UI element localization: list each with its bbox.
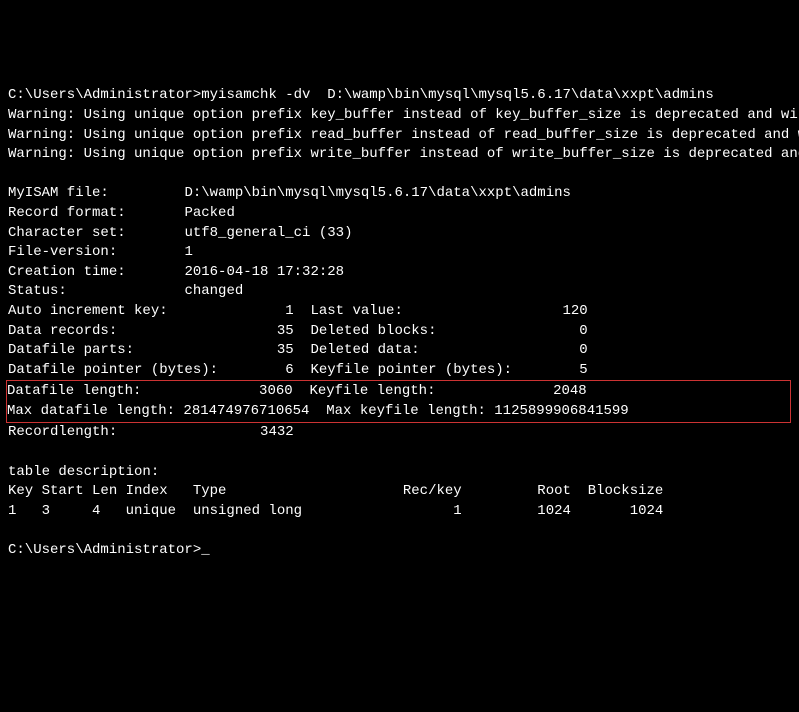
warning-read-buffer: Warning: Using unique option prefix read… (8, 127, 799, 143)
warning-key-buffer: Warning: Using unique option prefix key_… (8, 107, 799, 123)
status-value: changed (184, 283, 243, 299)
record-format-value: Packed (184, 205, 234, 221)
highlighted-datafile-length: Datafile length: 3060 Keyfile length: 20… (6, 380, 791, 423)
table-row: 1 3 4 unique unsigned long 1 1024 1024 (8, 503, 663, 519)
creation-time-value: 2016-04-18 17:32:28 (184, 264, 344, 280)
myisam-file-label: MyISAM file: (8, 185, 184, 201)
datafile-length-line: Datafile length: 3060 Keyfile length: 20… (7, 383, 587, 399)
charset-value: utf8_general_ci (33) (184, 225, 352, 241)
terminal-output: C:\Users\Administrator>myisamchk -dv D:\… (8, 86, 791, 560)
datafile-parts-line: Datafile parts: 35 Deleted data: 0 (8, 342, 588, 358)
prompt: C:\Users\Administrator> (8, 87, 201, 103)
charset-label: Character set: (8, 225, 184, 241)
file-version-value: 1 (184, 244, 192, 260)
datafile-pointer-line: Datafile pointer (bytes): 6 Keyfile poin… (8, 362, 588, 378)
file-version-label: File-version: (8, 244, 184, 260)
prompt: C:\Users\Administrator> (8, 542, 201, 558)
command-text: myisamchk -dv D:\wamp\bin\mysql\mysql5.6… (201, 87, 713, 103)
creation-time-label: Creation time: (8, 264, 184, 280)
auto-increment-line: Auto increment key: 1 Last value: 120 (8, 303, 588, 319)
data-records-line: Data records: 35 Deleted blocks: 0 (8, 323, 588, 339)
table-description-header: table description: (8, 464, 159, 480)
status-label: Status: (8, 283, 184, 299)
recordlength-line: Recordlength: 3432 (8, 424, 294, 440)
table-columns: Key Start Len Index Type Rec/key Root Bl… (8, 483, 663, 499)
max-datafile-line: Max datafile length: 281474976710654 Max… (7, 403, 629, 419)
record-format-label: Record format: (8, 205, 184, 221)
myisam-file-value: D:\wamp\bin\mysql\mysql5.6.17\data\xxpt\… (184, 185, 570, 201)
warning-write-buffer: Warning: Using unique option prefix writ… (8, 146, 799, 162)
cursor: _ (201, 542, 209, 558)
